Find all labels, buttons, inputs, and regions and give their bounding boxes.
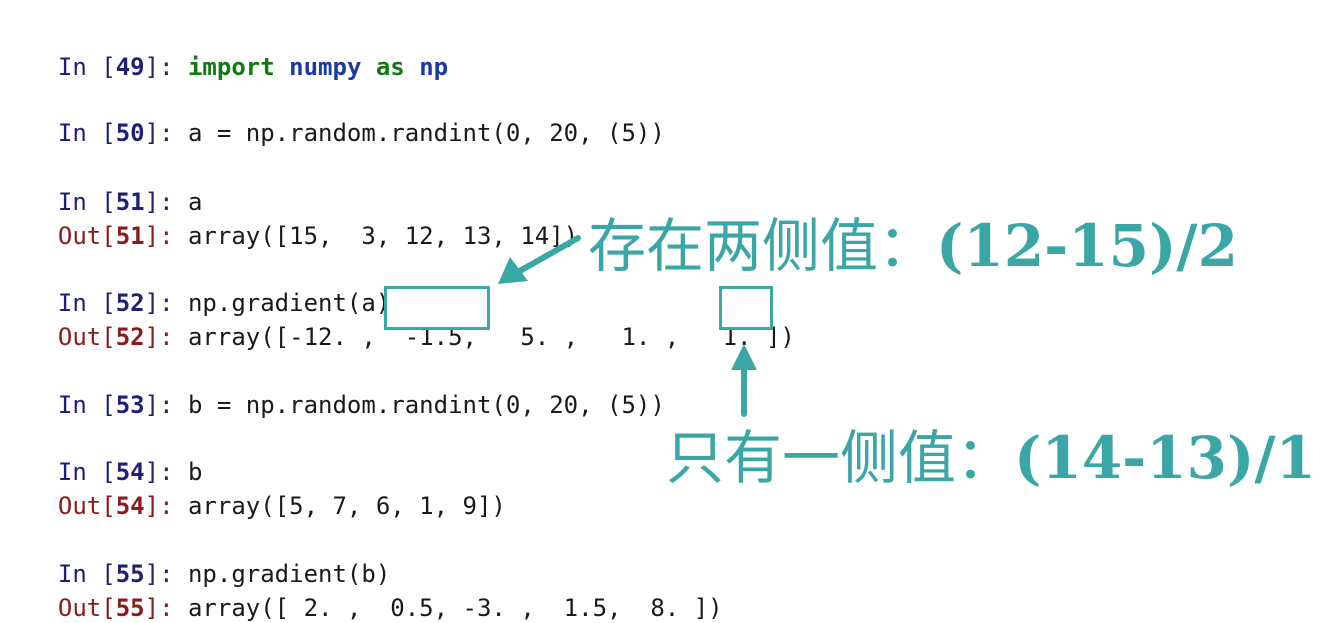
annotation-arrows [498, 235, 757, 417]
annotation-one-sided: 只有一侧值：(14-13)/1 [666, 424, 1316, 492]
arrow-to-two-sided [498, 235, 581, 284]
arrow-to-one-sided [731, 344, 757, 417]
annotation-two-sided: 存在两侧值：(12-15)/2 [588, 212, 1238, 280]
